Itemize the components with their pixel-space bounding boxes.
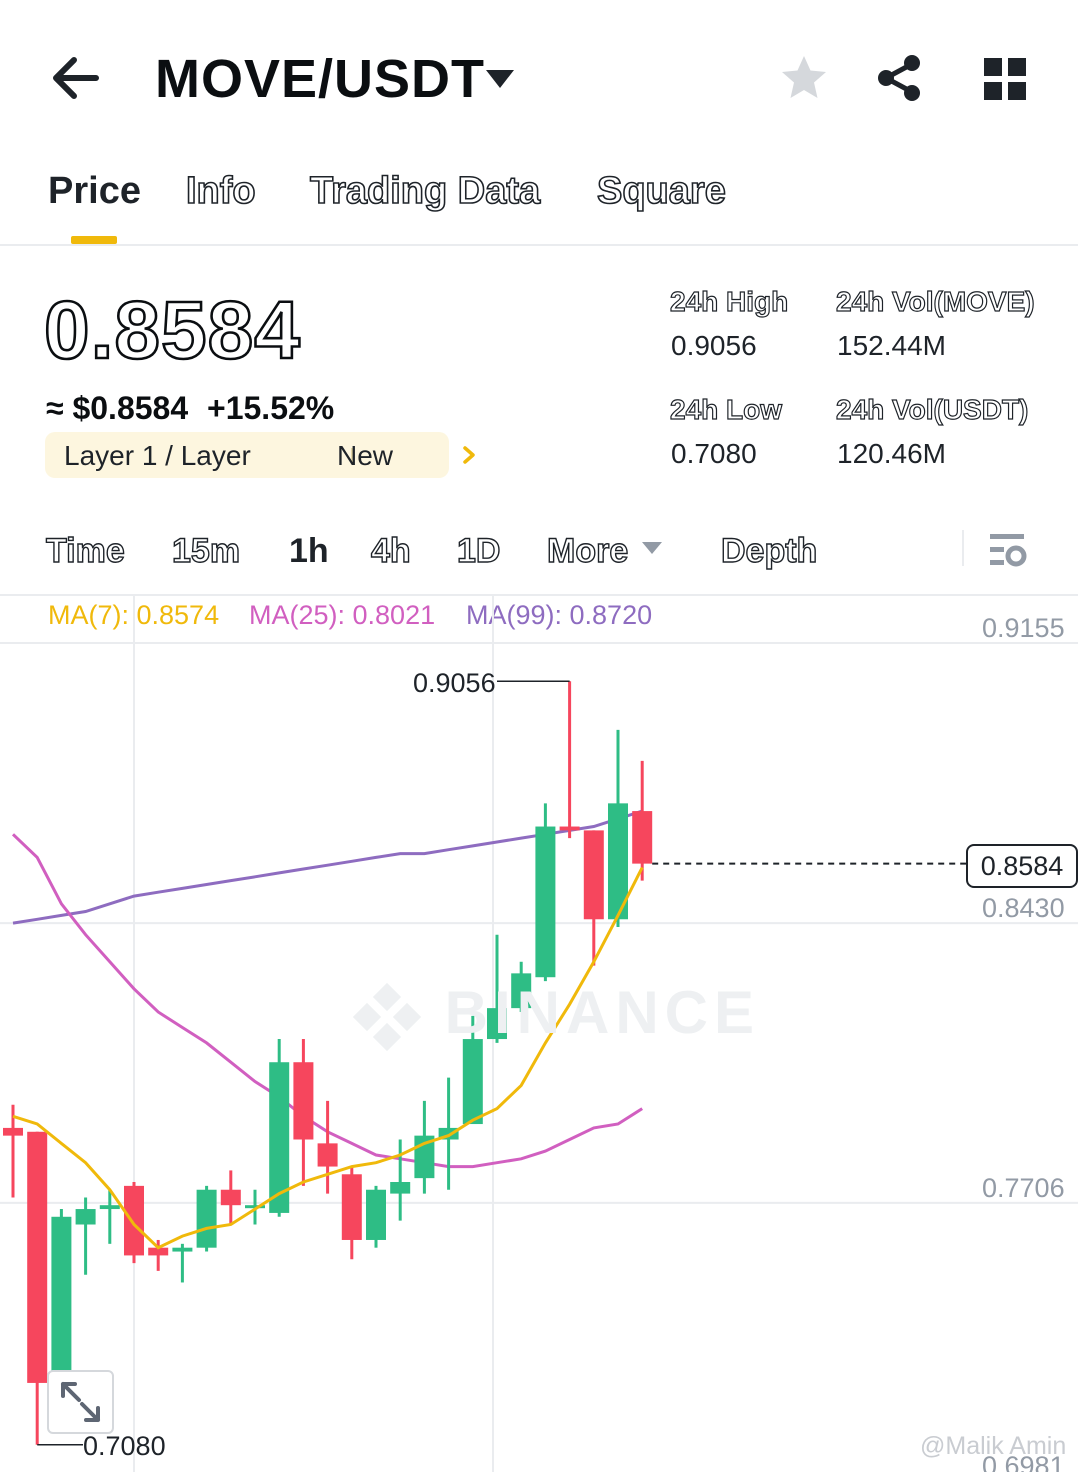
candle-body bbox=[535, 826, 556, 978]
candle-body bbox=[196, 1189, 217, 1248]
candle-body bbox=[172, 1247, 193, 1252]
candle-body bbox=[559, 826, 580, 831]
pair-title[interactable]: MOVE/USDT bbox=[155, 48, 485, 110]
expand-chart-button[interactable] bbox=[47, 1370, 114, 1434]
candle-body bbox=[220, 1189, 241, 1206]
low-value: 0.7080 bbox=[671, 438, 757, 469]
y-tick-label: 0.7706 bbox=[982, 1173, 1065, 1203]
divider bbox=[962, 530, 964, 566]
low-label: 24h Low bbox=[669, 393, 783, 425]
chevron-right-icon bbox=[463, 446, 475, 464]
interval-4h[interactable]: 4h bbox=[370, 531, 411, 571]
interval-1h[interactable]: 1h bbox=[289, 532, 329, 571]
tab-info[interactable]: Info bbox=[185, 169, 256, 213]
high-marker-label: 0.9056 bbox=[413, 668, 496, 698]
usd-price: ≈ $0.8584 bbox=[46, 390, 189, 426]
chart-settings-icon[interactable] bbox=[986, 530, 1030, 572]
interval-15m[interactable]: 15m bbox=[171, 531, 240, 571]
candle-body bbox=[583, 830, 604, 920]
share-icon[interactable] bbox=[874, 52, 926, 104]
header: MOVE/USDT bbox=[0, 0, 1078, 150]
credit-watermark: @Malik Amin bbox=[920, 1432, 1067, 1460]
vol-quote-label: 24h Vol(USDT) bbox=[835, 393, 1029, 425]
interval-time[interactable]: Time bbox=[45, 531, 125, 571]
candle-body bbox=[3, 1127, 23, 1136]
binance-watermark: BINANCE bbox=[352, 978, 760, 1052]
category-tag-bar[interactable]: Layer 1 / Layer New bbox=[45, 432, 475, 478]
price-change-percent: +15.52% bbox=[207, 390, 335, 426]
candle-body bbox=[390, 1182, 411, 1194]
candle-body bbox=[51, 1216, 72, 1383]
candle-body bbox=[366, 1189, 386, 1240]
candle-body bbox=[293, 1062, 314, 1140]
vol-quote-value: 120.46M bbox=[837, 438, 946, 469]
y-tick-label: 0.9155 bbox=[982, 613, 1065, 643]
new-tag: New bbox=[337, 440, 394, 471]
candle-body bbox=[99, 1205, 120, 1210]
candle-body bbox=[75, 1209, 96, 1225]
vol-base-label: 24h Vol(MOVE) bbox=[835, 285, 1035, 317]
candle-body bbox=[27, 1131, 48, 1383]
tab-square[interactable]: Square bbox=[596, 169, 726, 213]
price-usd-change: ≈ $0.8584 +15.52% bbox=[46, 390, 334, 427]
interval-bar: Time 15m 1h 4h 1D More Depth bbox=[0, 520, 1078, 596]
grid-icon[interactable] bbox=[980, 54, 1030, 104]
arrow-left-icon bbox=[53, 57, 99, 99]
candle-body bbox=[124, 1185, 144, 1256]
interval-more[interactable]: More bbox=[546, 531, 629, 571]
y-tick-label: 0.8430 bbox=[982, 893, 1065, 923]
candle-body bbox=[317, 1143, 338, 1167]
depth-tab[interactable]: Depth bbox=[720, 531, 818, 571]
last-price-marker: 0.8584 bbox=[966, 844, 1078, 888]
high-value: 0.9056 bbox=[671, 330, 757, 361]
active-tab-indicator bbox=[71, 236, 117, 244]
last-price: 0.8584 bbox=[43, 284, 301, 378]
tab-bar: Price Info Trading Data Square bbox=[0, 150, 1078, 246]
tab-trading-data[interactable]: Trading Data bbox=[309, 169, 541, 213]
star-icon[interactable] bbox=[778, 52, 830, 104]
candle-body bbox=[632, 811, 653, 864]
candle-body bbox=[341, 1174, 362, 1240]
interval-1d[interactable]: 1D bbox=[456, 531, 501, 571]
watermark-text: BINANCE bbox=[444, 979, 761, 1046]
high-label: 24h High bbox=[669, 285, 789, 317]
category-tag: Layer 1 / Layer bbox=[64, 440, 251, 471]
caret-down-icon[interactable] bbox=[640, 540, 664, 556]
expand-icon bbox=[61, 1382, 100, 1422]
vol-base-value: 152.44M bbox=[837, 330, 946, 361]
caret-down-icon[interactable] bbox=[482, 66, 518, 92]
back-button[interactable] bbox=[48, 50, 108, 106]
tab-price[interactable]: Price bbox=[48, 170, 141, 213]
binance-logo-icon bbox=[352, 983, 422, 1052]
